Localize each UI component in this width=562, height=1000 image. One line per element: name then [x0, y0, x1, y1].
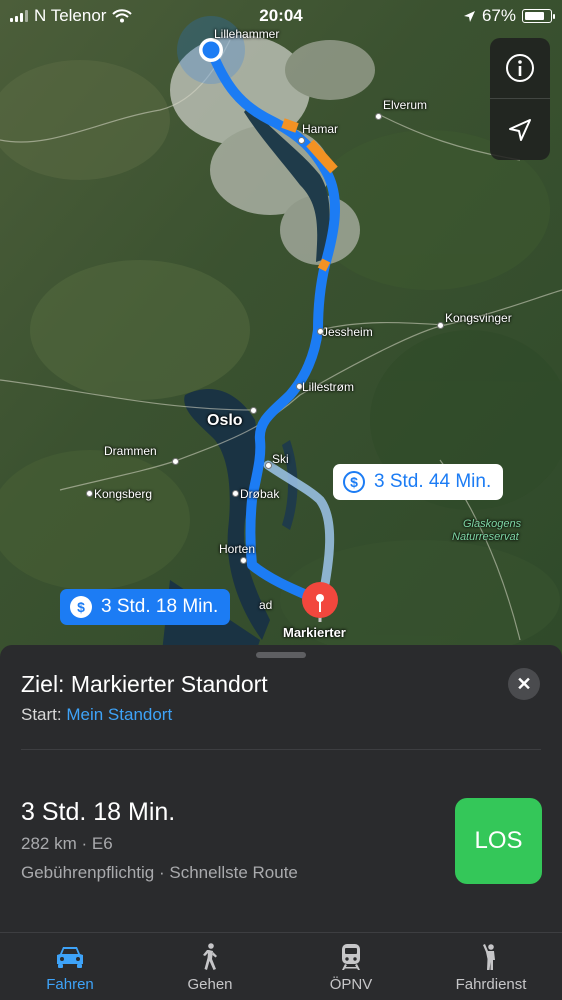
tab-fahren[interactable]: Fahren — [0, 933, 140, 1000]
place-dot — [86, 490, 93, 497]
route-duration[interactable]: 3 Std. 18 Min. — [21, 798, 175, 827]
status-bar: N Telenor 20:04 67% — [0, 0, 562, 32]
close-icon: ✕ — [516, 673, 532, 694]
tab-fahrdienst[interactable]: Fahrdienst — [421, 933, 561, 1000]
place-label-drammen: Drammen — [104, 444, 157, 458]
place-dot — [250, 407, 257, 414]
transport-mode-tabbar: Fahren Gehen ÖPNV Fahrdienst — [0, 932, 562, 1000]
toll-icon: $ — [70, 596, 92, 618]
place-label-hamar: Hamar — [302, 122, 339, 136]
walking-icon — [203, 943, 217, 970]
close-button[interactable]: ✕ — [508, 668, 540, 700]
map-controls — [490, 38, 550, 160]
route-distance: 282 km · E6 — [21, 834, 113, 853]
place-label-ski: Ski — [272, 452, 289, 466]
start-location-link[interactable]: Mein Standort — [66, 705, 172, 724]
car-icon — [57, 947, 83, 968]
tab-label: ÖPNV — [329, 976, 373, 993]
rideshare-icon — [483, 944, 495, 970]
track-location-button[interactable] — [490, 99, 550, 160]
go-button[interactable]: LOS — [455, 798, 542, 884]
route-details: Gebührenpflichtig · Schnellste Route — [21, 863, 298, 882]
directions-sheet[interactable]: Ziel: Markierter Standort Start: Mein St… — [0, 645, 562, 935]
train-icon — [342, 944, 360, 970]
destination-pin-label: Markierter — [283, 625, 346, 640]
destination-title: Ziel: Markierter Standort — [21, 671, 268, 697]
place-dot — [265, 462, 272, 469]
place-dot — [437, 322, 444, 329]
toll-icon: $ — [343, 471, 365, 493]
satellite-map[interactable] — [0, 0, 562, 670]
tab-oepnv[interactable]: ÖPNV — [281, 933, 421, 1000]
place-label-drobak: Drøbak — [240, 487, 280, 501]
place-dot — [232, 490, 239, 497]
place-label-horten: Horten — [219, 542, 256, 556]
sheet-grabber[interactable] — [256, 652, 306, 658]
place-label-kongsvinger: Kongsvinger — [445, 311, 512, 325]
primary-route-callout[interactable]: $ 3 Std. 18 Min. — [60, 589, 231, 625]
place-dot — [375, 113, 382, 120]
place-label-jessheim: Jessheim — [322, 325, 373, 339]
park-label-line1: Glaskogens — [463, 518, 522, 530]
park-label-line2: Naturreservat — [452, 531, 519, 543]
battery-icon — [522, 9, 555, 23]
start-prefix: Start: — [21, 705, 62, 724]
location-arrow-icon — [509, 118, 531, 141]
place-dot — [240, 557, 247, 564]
tab-label: Fahrdienst — [455, 976, 527, 993]
alternate-route-callout[interactable]: $ 3 Std. 44 Min. — [333, 464, 504, 500]
battery-percentage: 67% — [481, 6, 516, 25]
start-row: Start: Mein Standort — [21, 705, 172, 725]
place-label-oslo: Oslo — [207, 412, 243, 429]
alternate-route-duration: 3 Std. 44 Min. — [374, 471, 492, 492]
map-info-button[interactable] — [490, 38, 550, 99]
place-label-kongsberg: Kongsberg — [94, 487, 153, 501]
tab-gehen[interactable]: Gehen — [140, 933, 280, 1000]
tab-label: Fahren — [46, 976, 94, 993]
place-label-partial: ad — [259, 598, 273, 612]
info-icon — [506, 54, 534, 82]
place-dot — [298, 137, 305, 144]
tab-label: Gehen — [187, 976, 233, 993]
location-services-icon — [463, 10, 475, 22]
place-dot — [172, 458, 179, 465]
maps-directions-screen: Lillehammer Elverum Hamar Jessheim Kongs… — [0, 0, 562, 1000]
place-label-lillestrom: Lillestrøm — [302, 380, 355, 394]
map-view[interactable]: Lillehammer Elverum Hamar Jessheim Kongs… — [0, 0, 562, 670]
divider — [21, 749, 541, 750]
primary-route-duration: 3 Std. 18 Min. — [101, 596, 219, 617]
place-label-elverum: Elverum — [383, 98, 428, 112]
